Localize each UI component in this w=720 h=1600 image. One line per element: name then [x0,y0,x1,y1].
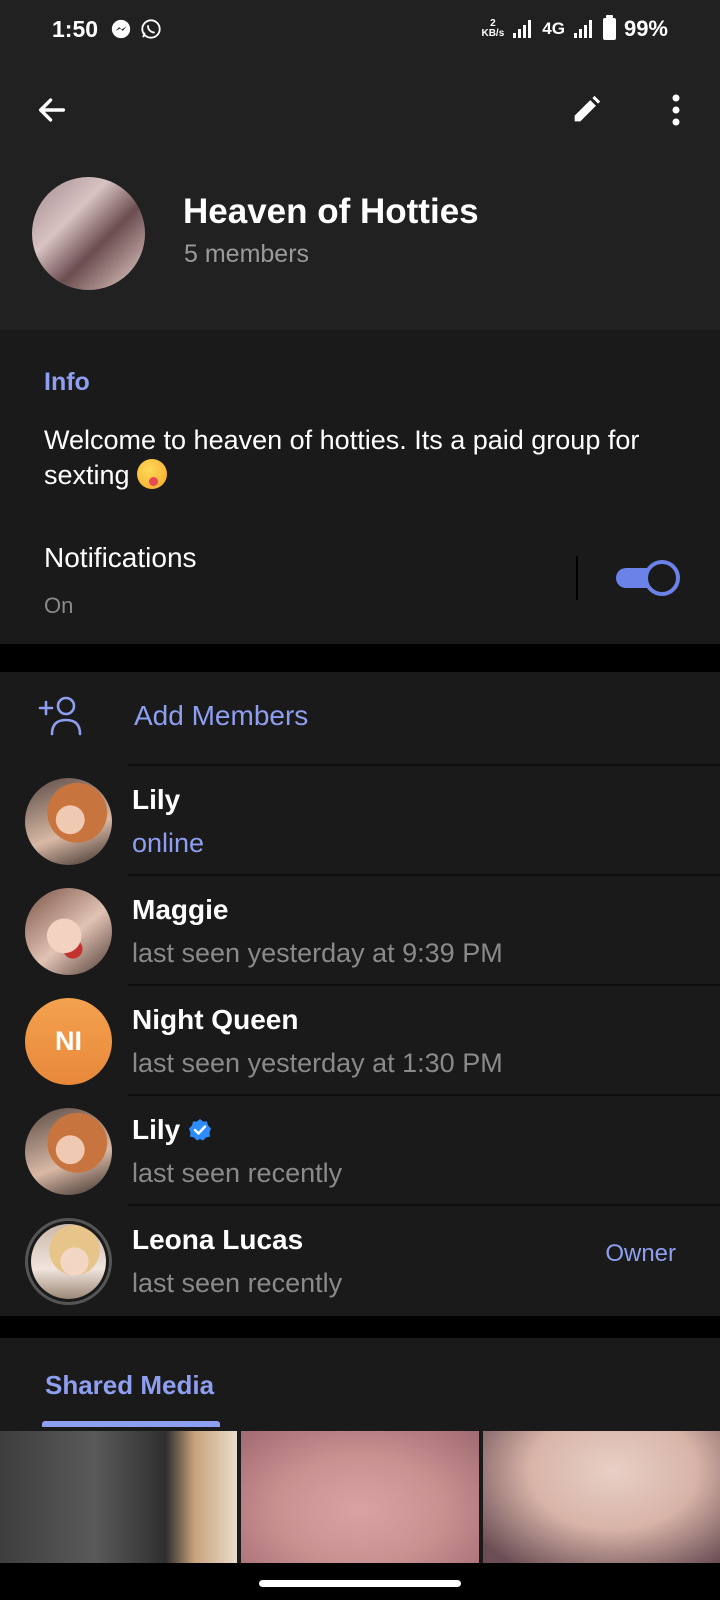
media-thumbnail[interactable] [0,1431,238,1563]
battery-icon [602,15,616,40]
signal-icon [513,20,532,38]
group-header: Heaven of Hotties 5 members [0,62,720,330]
status-bar: 1:50 2 KB/s 4G 99% [0,0,720,62]
toggle-knob [644,560,680,596]
member-row[interactable]: Lily last seen recently [0,1094,720,1204]
media-thumbnail[interactable] [241,1431,479,1563]
group-title: Heaven of Hotties [183,192,479,231]
member-status: last seen yesterday at 9:39 PM [132,938,503,968]
media-thumbnail[interactable] [482,1431,720,1563]
home-handle[interactable] [259,1580,461,1587]
messenger-icon [111,19,131,39]
avatar [25,888,112,975]
info-label: Info [44,368,90,396]
member-name: Leona Lucas [132,1224,304,1255]
member-row[interactable]: Maggie last seen yesterday at 9:39 PM [0,874,720,984]
more-vertical-icon [672,94,680,126]
network-type: 4G [542,19,565,38]
row-divider [128,764,720,766]
add-members-button[interactable]: Add Members [0,672,720,764]
member-status: online [132,828,205,858]
edit-button[interactable] [562,86,610,134]
add-user-icon [38,696,82,736]
avatar-initials: NI [25,998,112,1085]
member-name: Lily [132,784,181,815]
pencil-icon [574,95,601,122]
tab-shared-media[interactable]: Shared Media [45,1370,214,1401]
network-speed: 2 KB/s [481,18,505,39]
tab-indicator [42,1421,220,1427]
back-button[interactable] [28,86,76,134]
member-row[interactable]: Lily online [0,764,720,874]
battery-level: 99% [623,16,668,41]
description-text: Welcome to heaven of hotties. Its a paid… [44,425,640,490]
owner-badge: Owner [605,1240,676,1267]
row-divider [128,1204,720,1206]
members-section: Add Members Lily online Maggie last seen… [0,672,720,1316]
info-section: Info Welcome to heaven of hotties. Its a… [0,330,720,644]
member-name: Maggie [132,894,229,925]
group-description: Welcome to heaven of hotties. Its a paid… [44,423,684,493]
add-members-label: Add Members [134,700,309,731]
member-name: Night Queen [132,1004,299,1035]
more-options-button[interactable] [652,86,700,134]
avatar [25,1108,112,1195]
status-right: 2 KB/s 4G 99% [481,15,668,42]
row-divider [128,874,720,876]
arrow-left-icon [38,98,66,122]
group-avatar[interactable] [32,177,145,290]
navigation-bar [0,1563,720,1600]
members-count: 5 members [184,240,310,268]
notifications-value: On [44,593,74,618]
verified-badge-icon [189,1119,212,1141]
row-divider [128,1094,720,1096]
member-status: last seen recently [132,1268,343,1298]
avatar [25,778,112,865]
media-grid [0,1431,720,1563]
notifications-toggle[interactable] [614,558,680,596]
member-name: Lily [132,1114,212,1146]
notifications-label[interactable]: Notifications [44,542,197,574]
avatar [25,1218,112,1305]
face-savoring-emoji-icon [137,459,168,489]
shared-media-section: Shared Media [0,1338,720,1600]
member-row[interactable]: Leona Lucas last seen recently Owner [0,1204,720,1314]
row-divider [128,984,720,986]
member-status: last seen recently [132,1158,343,1188]
divider [576,556,578,600]
avatar-photo [31,1224,106,1299]
member-row[interactable]: NI Night Queen last seen yesterday at 1:… [0,984,720,1094]
avatar: NI [25,998,112,1085]
signal-icon-2 [573,20,592,38]
status-time: 1:50 [52,16,99,42]
member-status: last seen yesterday at 1:30 PM [132,1048,503,1078]
whatsapp-icon [141,19,161,39]
